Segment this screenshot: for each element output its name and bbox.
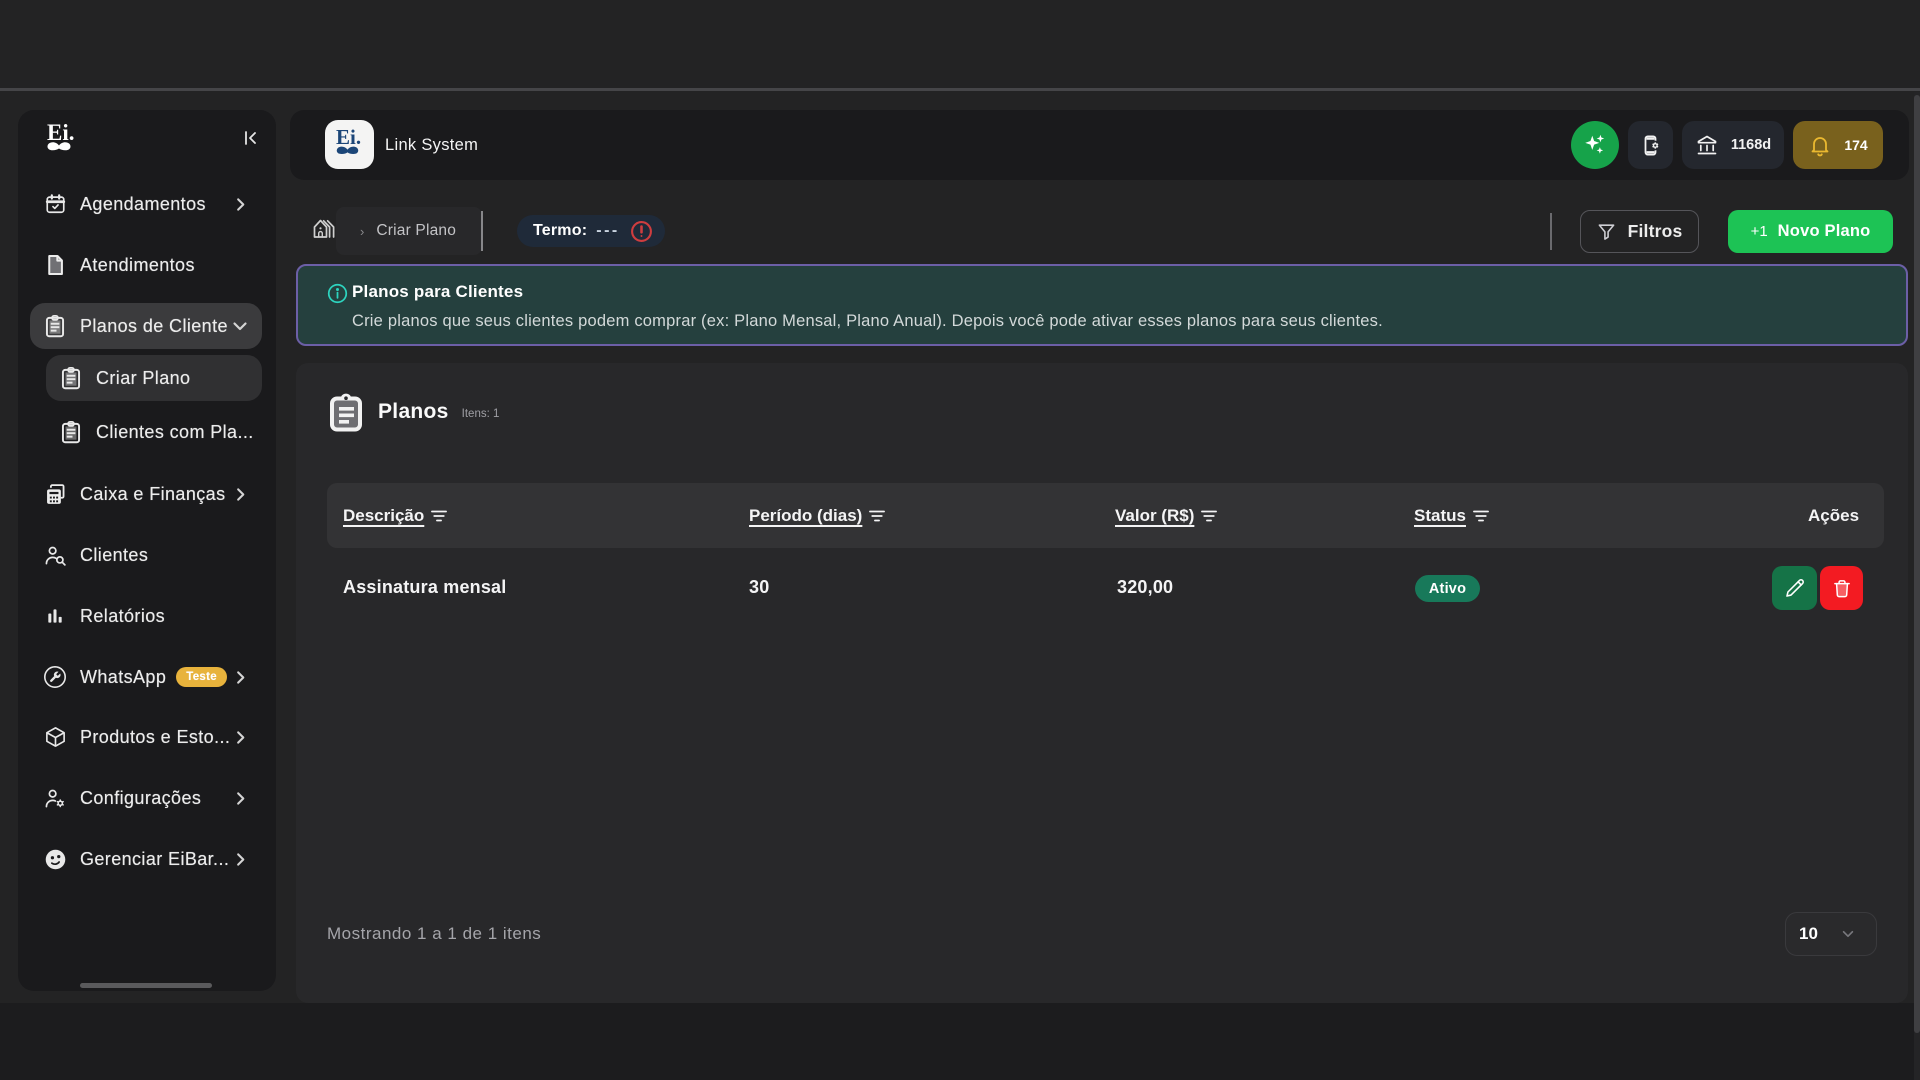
- svg-text:Ei.: Ei.: [47, 120, 74, 145]
- svg-text:Ei.: Ei.: [336, 125, 361, 149]
